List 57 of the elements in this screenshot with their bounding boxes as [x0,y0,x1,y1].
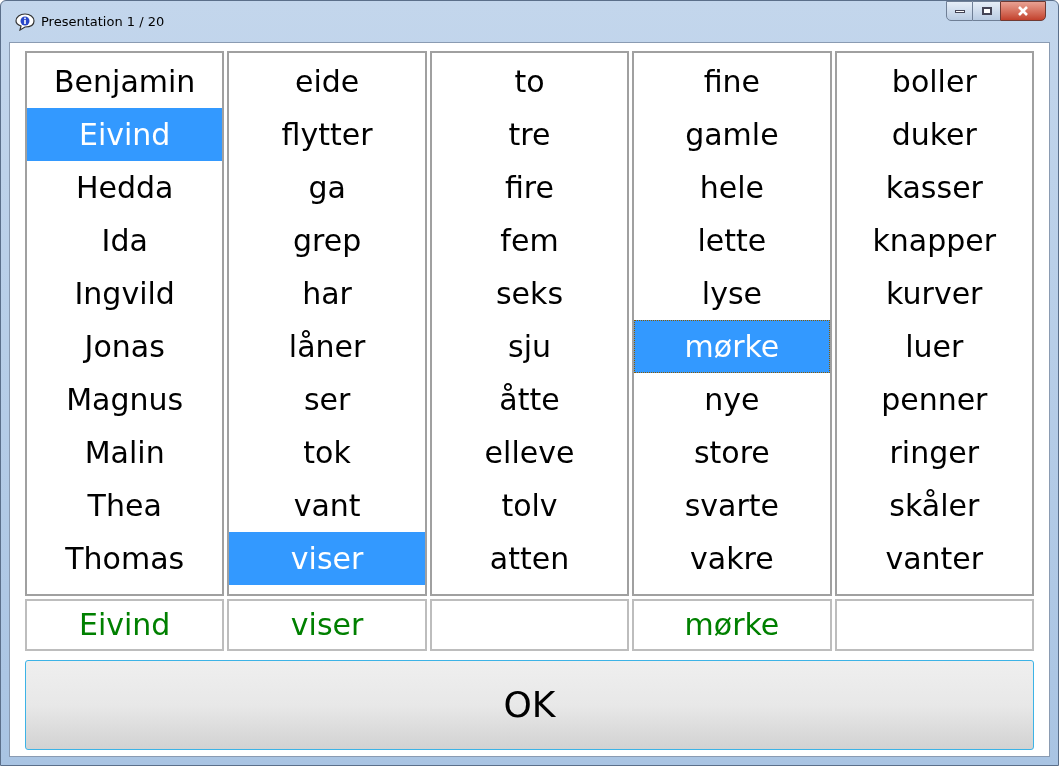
close-icon [1017,6,1029,16]
list-item[interactable]: tok [229,426,425,479]
list-item[interactable]: kasser [836,161,1032,214]
list-item[interactable]: nye [634,373,830,426]
list-item[interactable]: Ida [27,214,223,267]
list-item[interactable]: låner [229,320,425,373]
ok-button[interactable]: OK [25,660,1034,750]
list-item[interactable]: vant [229,479,425,532]
list-item[interactable]: luer [836,320,1032,373]
list-item[interactable]: ringer [836,426,1032,479]
list-item[interactable]: svarte [634,479,830,532]
list-item[interactable]: eide [229,55,425,108]
list-item[interactable]: Hedda [27,161,223,214]
answer-field: viser [227,599,427,651]
answer-field: mørke [632,599,832,651]
close-button[interactable] [1000,1,1046,21]
list-item[interactable]: to [431,55,628,108]
list-item[interactable]: Malin [27,426,223,479]
list-item[interactable]: vakre [634,532,830,585]
list-item[interactable]: store [634,426,830,479]
list-item[interactable]: boller [836,55,1032,108]
list-item[interactable]: fire [431,161,628,214]
list-item[interactable]: Jonas [27,320,223,373]
list-item[interactable]: lyse [634,267,830,320]
list-item[interactable]: Ingvild [27,267,223,320]
list-item[interactable]: gamle [634,108,830,161]
window-title: Presentation 1 / 20 [41,12,165,31]
list-item[interactable]: kurver [836,267,1032,320]
list-item[interactable]: åtte [431,373,628,426]
list-item[interactable]: lette [634,214,830,267]
list-item[interactable]: Benjamin [27,55,223,108]
list-item[interactable]: fem [431,214,628,267]
list-item[interactable]: fine [634,55,830,108]
list-item[interactable]: Thomas [27,532,223,585]
list-item[interactable]: vanter [836,532,1032,585]
maximize-button[interactable] [973,1,1000,21]
list-item[interactable]: atten [431,532,628,585]
list-item[interactable]: duker [836,108,1032,161]
list-item[interactable]: sju [431,320,628,373]
list-item[interactable]: tre [431,108,628,161]
list-item[interactable]: ga [229,161,425,214]
list-item[interactable]: seks [431,267,628,320]
list-item[interactable]: elleve [431,426,628,479]
list-item[interactable]: knapper [836,214,1032,267]
list-item[interactable]: hele [634,161,830,214]
info-icon [15,12,35,31]
answer-field: Eivind [25,599,225,651]
list-item[interactable]: flytter [229,108,425,161]
list-item[interactable]: Thea [27,479,223,532]
minimize-button[interactable] [946,1,973,21]
list-item[interactable]: skåler [836,479,1032,532]
list-item[interactable]: har [229,267,425,320]
list-item[interactable]: tolv [431,479,628,532]
list-item[interactable]: Magnus [27,373,223,426]
list-item[interactable]: penner [836,373,1032,426]
list-item[interactable]: grep [229,214,425,267]
list-item[interactable]: ser [229,373,425,426]
